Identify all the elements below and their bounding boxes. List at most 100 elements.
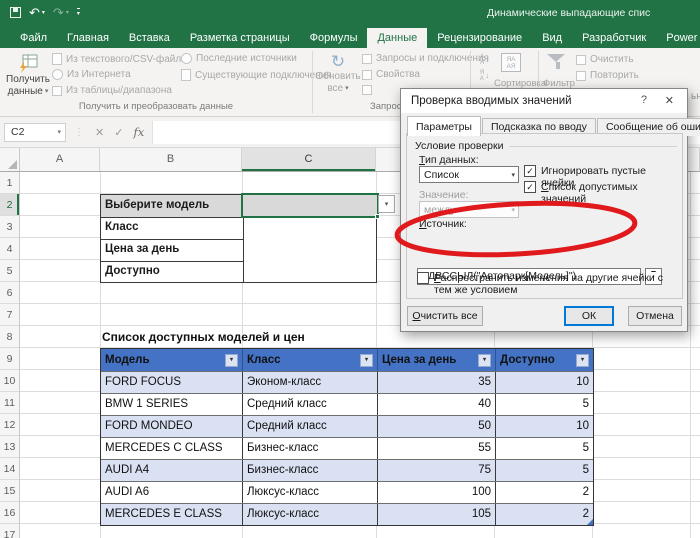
sort-desc-arrow-icon: ↓ xyxy=(485,71,490,80)
row-header[interactable]: 9 xyxy=(0,348,19,370)
data-label: Значение: xyxy=(419,189,469,201)
dialog-help-icon[interactable]: ? xyxy=(641,94,647,106)
row-header-selected[interactable]: 2 xyxy=(0,194,19,216)
row-header[interactable]: 1 xyxy=(0,172,19,194)
refresh-all-button[interactable]: ↻ Обновить все ▾ xyxy=(315,52,360,95)
insert-function-icon[interactable]: fx xyxy=(133,125,144,139)
table-header-model[interactable]: Модель ▾ xyxy=(101,349,243,371)
title-bar: ↶ ▾ ↷ ▾ ▾ Динамические выпадающие спис xyxy=(0,0,700,28)
row-header[interactable]: 8 xyxy=(0,326,19,348)
from-table-range-button[interactable]: Из таблицы/диапазона xyxy=(52,85,172,96)
from-web-button[interactable]: Из Интернета xyxy=(52,69,131,80)
column-header-c[interactable]: C xyxy=(242,148,376,171)
sort-descending-button[interactable]: ЯА ↓ xyxy=(477,69,492,82)
filter-arrow-icon[interactable]: ▾ xyxy=(225,353,238,367)
sort-ascending-button[interactable]: АЯ ↓ xyxy=(477,53,492,66)
formula-bar-handle[interactable]: ⋮ xyxy=(74,127,85,138)
refresh-icon: ↻ xyxy=(330,52,346,71)
table-resize-handle[interactable] xyxy=(587,519,593,525)
cell-b5[interactable]: Доступно xyxy=(101,261,243,283)
tab-insert[interactable]: Вставка xyxy=(119,28,180,48)
row-header[interactable]: 5 xyxy=(0,260,19,282)
cell-b3[interactable]: Класс xyxy=(101,217,243,239)
dialog-close-icon[interactable]: ✕ xyxy=(665,94,674,107)
row-header[interactable]: 15 xyxy=(0,480,19,502)
recent-sources-button[interactable]: Последние источники xyxy=(181,53,297,64)
cancel-button[interactable]: Отмена xyxy=(628,306,682,326)
row-header[interactable]: 14 xyxy=(0,458,19,480)
row-header[interactable]: 3 xyxy=(0,216,19,238)
row-header[interactable]: 12 xyxy=(0,414,19,436)
combo-arrow-icon: ▾ xyxy=(511,206,515,214)
allow-combobox[interactable]: Список ▾ xyxy=(419,166,519,183)
tab-developer[interactable]: Разработчик xyxy=(572,28,656,48)
row-header[interactable]: 10 xyxy=(0,370,19,392)
filter-button[interactable] xyxy=(547,54,569,69)
select-all-corner[interactable] xyxy=(0,148,20,171)
column-header-b[interactable]: B xyxy=(100,148,242,171)
table-icon xyxy=(52,85,62,96)
clear-filter-button[interactable]: Очистить xyxy=(576,54,634,65)
filter-arrow-icon[interactable]: ▾ xyxy=(360,353,373,367)
row-header[interactable]: 16 xyxy=(0,502,19,524)
in-cell-dropdown-checkbox[interactable]: ✓ Список допустимых значений xyxy=(524,181,682,205)
apply-to-all-checkbox[interactable]: Распространить изменения на другие ячейк… xyxy=(417,272,679,296)
selected-cell-c2[interactable] xyxy=(241,193,380,219)
connections-icon xyxy=(181,69,191,81)
table-header-price[interactable]: Цена за день ▾ xyxy=(378,349,496,371)
table-header-class[interactable]: Класс ▾ xyxy=(243,349,378,371)
enter-entry-icon[interactable]: ✓ xyxy=(114,126,123,139)
tab-page-layout[interactable]: Разметка страницы xyxy=(180,28,300,48)
fill-handle[interactable] xyxy=(375,214,380,219)
reapply-filter-button[interactable]: Повторить xyxy=(576,70,639,81)
redo-icon: ↷ xyxy=(52,5,64,20)
existing-connections-button[interactable]: Существующие подключения xyxy=(181,69,332,81)
cancel-entry-icon[interactable]: ✕ xyxy=(95,126,104,139)
tab-view[interactable]: Вид xyxy=(532,28,572,48)
tab-power-pivot[interactable]: Power Pivot xyxy=(656,28,700,48)
ok-button[interactable]: ОК xyxy=(564,306,614,326)
table-row: FORD FOCUS Эконом-класс 35 10 xyxy=(101,371,593,393)
edit-links-button[interactable] xyxy=(362,85,372,95)
clear-all-button[interactable]: Очистить все xyxy=(407,306,483,326)
get-data-button[interactable]: Получить данные ▾ xyxy=(6,52,50,98)
filter-arrow-icon[interactable]: ▾ xyxy=(576,353,589,367)
tab-home[interactable]: Главная xyxy=(57,28,119,48)
redo-button[interactable]: ↷ ▾ xyxy=(53,6,69,19)
row-header[interactable]: 17 xyxy=(0,524,19,538)
table-row: MERCEDES C CLASS Бизнес-класс 55 5 xyxy=(101,437,593,459)
table-header-available[interactable]: Доступно ▾ xyxy=(496,349,593,371)
name-box[interactable]: C2 ▾ xyxy=(4,122,66,142)
cell-b2[interactable]: Выберите модель xyxy=(101,195,243,217)
customize-qat-button[interactable]: ▾ xyxy=(76,8,80,17)
tab-data[interactable]: Данные xyxy=(367,28,428,48)
from-text-csv-button[interactable]: Из текстового/CSV-файла xyxy=(52,53,187,65)
row-header[interactable]: 7 xyxy=(0,304,19,326)
save-icon[interactable] xyxy=(10,7,21,18)
row-header[interactable]: 13 xyxy=(0,436,19,458)
sort-dialog-icon[interactable]: ЯА АЯ xyxy=(501,53,521,72)
dialog-tab-settings[interactable]: Параметры xyxy=(407,116,481,136)
filter-arrow-icon[interactable]: ▾ xyxy=(478,353,491,367)
redo-arrow-icon: ▾ xyxy=(65,9,69,16)
tab-file[interactable]: Файл xyxy=(10,28,57,48)
group-separator xyxy=(312,51,313,113)
tab-formulas[interactable]: Формулы xyxy=(300,28,368,48)
column-header-a[interactable]: A xyxy=(20,148,100,171)
tab-review[interactable]: Рецензирование xyxy=(427,28,532,48)
models-table: Модель ▾ Класс ▾ Цена за день ▾ Доступно ▾ F… xyxy=(100,348,594,526)
properties-button[interactable]: Свойства xyxy=(362,69,420,80)
row-header[interactable]: 4 xyxy=(0,238,19,260)
sort-asc-arrow-icon: ↓ xyxy=(485,55,490,64)
undo-button[interactable]: ↶ ▾ xyxy=(29,6,45,19)
cell-b4[interactable]: Цена за день xyxy=(101,239,243,261)
validation-dropdown-button[interactable]: ▾ xyxy=(378,195,395,213)
section-title-b8[interactable]: Список доступных моделей и цен xyxy=(102,326,305,348)
text-file-icon xyxy=(52,53,62,65)
data-combobox[interactable]: между ▾ xyxy=(419,201,519,218)
checkbox-checked-icon: ✓ xyxy=(524,165,536,177)
link-icon xyxy=(362,85,372,95)
table-row: BMW 1 SERIES Средний класс 40 5 xyxy=(101,393,593,415)
row-header[interactable]: 6 xyxy=(0,282,19,304)
row-header[interactable]: 11 xyxy=(0,392,19,414)
